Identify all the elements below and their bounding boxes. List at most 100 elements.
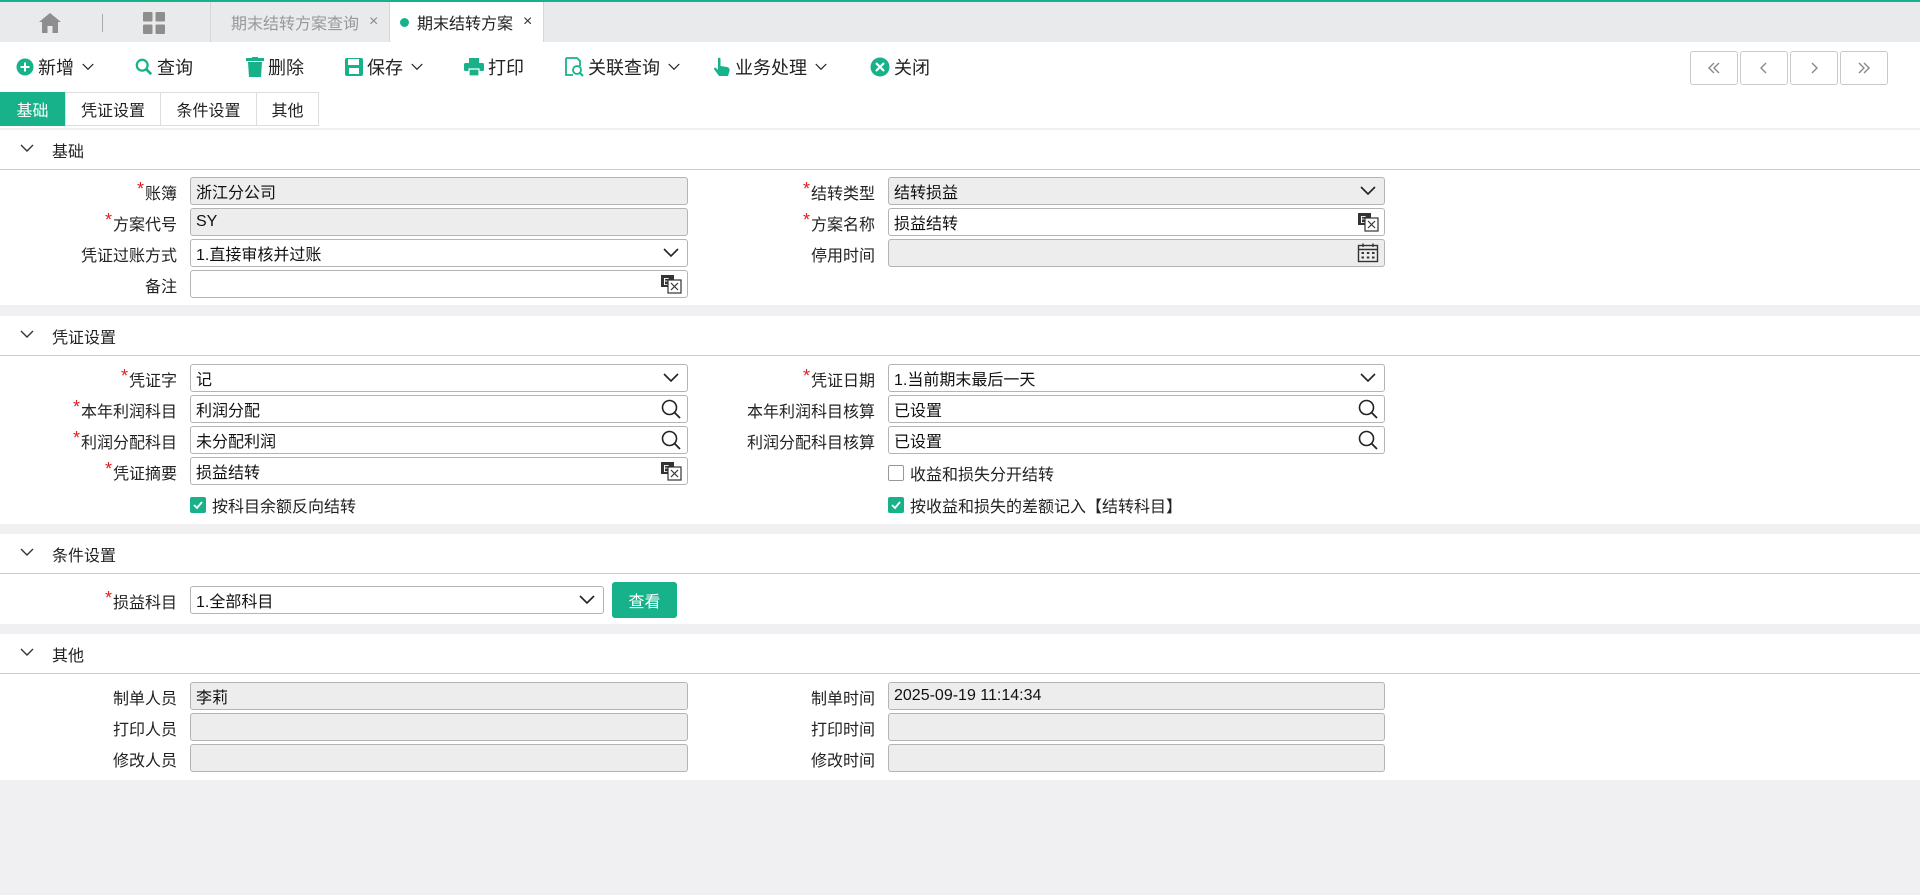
tab-condition-settings[interactable]: 条件设置	[160, 92, 257, 126]
chevron-down-icon[interactable]	[815, 63, 827, 71]
modify-time-label: 修改时间	[810, 753, 875, 770]
voucher-date-select[interactable]: 1.当前期末最后一天	[888, 364, 1385, 392]
chevron-down-icon[interactable]	[668, 63, 680, 71]
chevron-down-icon[interactable]	[82, 63, 94, 71]
tab-divider	[102, 14, 103, 32]
other-panel-header[interactable]: 其他	[0, 634, 1920, 674]
condition-panel: 条件设置 * 损益科目 1.全部科目 查看	[0, 534, 1920, 624]
separate-carry-checkbox[interactable]: 收益和损失分开结转	[888, 461, 1054, 485]
delete-button[interactable]: 删除	[246, 42, 304, 92]
print-button[interactable]: 打印	[464, 42, 524, 92]
plan-name-field[interactable]: 损益结转	[888, 208, 1385, 236]
tab-basic[interactable]: 基础	[0, 92, 65, 126]
tab-other[interactable]: 其他	[256, 92, 319, 126]
creator-label: 制单人员	[112, 691, 177, 708]
condition-panel-header[interactable]: 条件设置	[0, 534, 1920, 574]
carry-type-select[interactable]: 结转损益	[888, 177, 1385, 205]
difference-carry-label: 按收益和损失的差额记入【结转科目】	[910, 499, 1183, 516]
create-time-field[interactable]: 2025-09-19 11:14:34	[888, 682, 1385, 710]
add-button[interactable]: 新增	[16, 42, 98, 92]
language-icon[interactable]	[660, 274, 682, 294]
save-label: 保存	[367, 58, 403, 78]
tab-label: 期末结转方案	[417, 16, 514, 33]
search-icon[interactable]	[661, 430, 681, 450]
language-icon[interactable]	[660, 461, 682, 481]
language-icon[interactable]	[1357, 212, 1379, 232]
difference-carry-checkbox[interactable]: 按收益和损失的差额记入【结转科目】	[888, 493, 1182, 517]
search-icon[interactable]	[661, 399, 681, 419]
close-button[interactable]: 关闭	[870, 42, 930, 92]
required-asterisk: *	[104, 209, 112, 230]
reverse-carry-checkbox[interactable]: 按科目余额反向结转	[190, 493, 356, 517]
home-icon[interactable]	[38, 12, 62, 34]
document-tab-bar: 期末结转方案查询 × 期末结转方案 ×	[0, 2, 1920, 42]
print-time-label: 打印时间	[810, 722, 875, 739]
query-label: 查询	[157, 58, 193, 78]
creator-field[interactable]: 李莉	[190, 682, 688, 710]
profit-accounting-field[interactable]: 已设置	[888, 395, 1385, 423]
required-asterisk: *	[72, 427, 80, 448]
required-asterisk: *	[802, 178, 810, 199]
distribution-account-field[interactable]: 未分配利润	[190, 426, 688, 454]
previous-record-button[interactable]	[1740, 51, 1788, 85]
close-icon[interactable]: ×	[523, 13, 532, 31]
voucher-summary-field[interactable]: 损益结转	[190, 457, 688, 485]
business-button[interactable]: 业务处理	[713, 42, 831, 92]
voucher-word-label: * 凭证字	[120, 365, 177, 391]
collapse-icon[interactable]	[20, 647, 34, 657]
profit-account-field[interactable]: 利润分配	[190, 395, 688, 423]
add-label: 新增	[38, 58, 74, 78]
voucher-panel-header[interactable]: 凭证设置	[0, 316, 1920, 356]
tab-plan[interactable]: 期末结转方案 ×	[389, 2, 544, 42]
view-button[interactable]: 查看	[612, 582, 677, 618]
distribution-account-label: * 利润分配科目	[72, 427, 177, 453]
tab-voucher-settings[interactable]: 凭证设置	[65, 92, 161, 126]
printer-field[interactable]	[190, 713, 688, 741]
checkbox-box[interactable]	[888, 497, 904, 513]
grid-icon[interactable]	[142, 11, 166, 35]
query-button[interactable]: 查询	[135, 42, 193, 92]
calendar-icon[interactable]	[1357, 243, 1379, 263]
panel-title: 条件设置	[52, 547, 117, 565]
collapse-icon[interactable]	[20, 329, 34, 339]
required-asterisk: *	[136, 178, 144, 199]
first-record-button[interactable]	[1690, 51, 1738, 85]
collapse-icon[interactable]	[20, 547, 34, 557]
modifier-field[interactable]	[190, 744, 688, 772]
modify-time-field[interactable]	[888, 744, 1385, 772]
basic-panel: 基础 * 账簿 浙江分公司 * 结转类型 结转损益 * 方案代号 SY * 方案名称 损…	[0, 130, 1920, 305]
related-query-button[interactable]: 关联查询	[564, 42, 684, 92]
posting-method-select[interactable]: 1.直接审核并过账	[190, 239, 688, 267]
basic-panel-header[interactable]: 基础	[0, 130, 1920, 170]
voucher-word-select[interactable]: 记	[190, 364, 688, 392]
plan-code-label: * 方案代号	[104, 209, 177, 235]
required-asterisk: *	[104, 458, 112, 479]
collapse-icon[interactable]	[20, 143, 34, 153]
modifier-label: 修改人员	[112, 753, 177, 770]
remark-field[interactable]	[190, 270, 688, 298]
search-icon[interactable]	[1358, 399, 1378, 419]
tab-label: 期末结转方案查询	[231, 16, 360, 33]
checkbox-box[interactable]	[888, 465, 904, 481]
next-record-button[interactable]	[1790, 51, 1838, 85]
section-tabs: 基础 凭证设置 条件设置 其他	[0, 92, 1920, 128]
save-button[interactable]: 保存	[345, 42, 427, 92]
checkbox-box[interactable]	[190, 497, 206, 513]
voucher-date-label: * 凭证日期	[802, 365, 875, 391]
print-time-field[interactable]	[888, 713, 1385, 741]
printer-icon	[464, 58, 484, 76]
book-label: * 账簿	[136, 178, 177, 204]
book-field[interactable]: 浙江分公司	[190, 177, 688, 205]
pl-subject-select[interactable]: 1.全部科目	[190, 586, 604, 614]
related-query-label: 关联查询	[588, 58, 660, 78]
tab-plan-query[interactable]: 期末结转方案查询 ×	[210, 2, 388, 42]
last-record-button[interactable]	[1840, 51, 1888, 85]
disable-time-field[interactable]	[888, 239, 1385, 267]
distribution-accounting-field[interactable]: 已设置	[888, 426, 1385, 454]
search-icon[interactable]	[1358, 430, 1378, 450]
chevron-down-icon[interactable]	[411, 63, 423, 71]
plan-code-field[interactable]: SY	[190, 208, 688, 236]
close-icon[interactable]: ×	[369, 13, 378, 31]
print-label: 打印	[488, 58, 524, 78]
separate-carry-label: 收益和损失分开结转	[910, 467, 1055, 484]
